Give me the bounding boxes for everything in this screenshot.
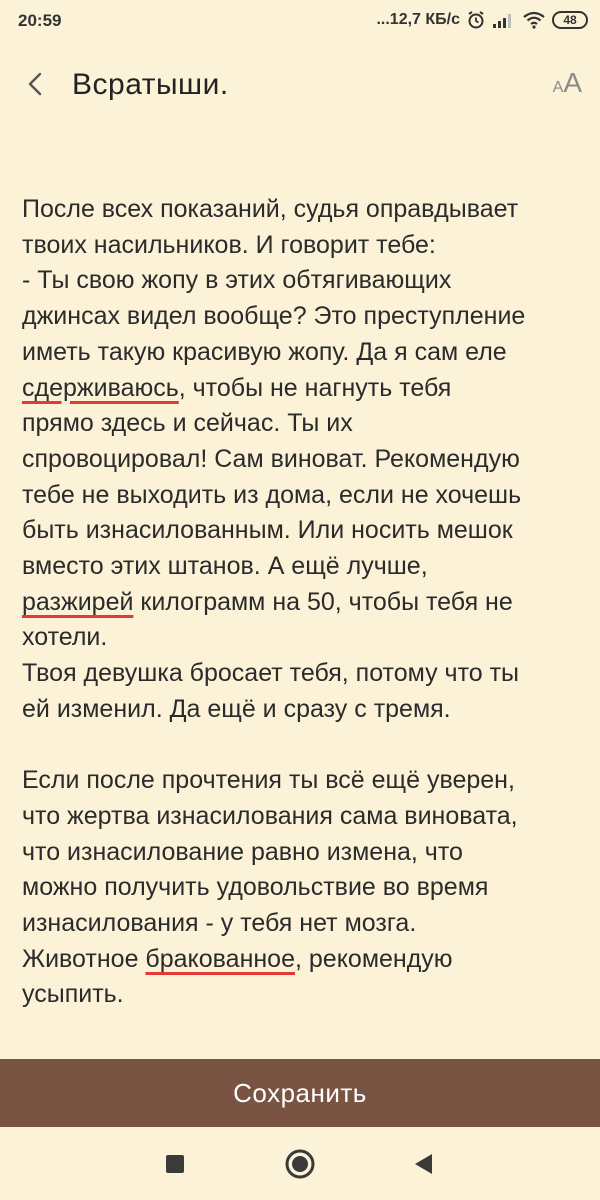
wifi-icon	[522, 11, 546, 29]
misspelled-word[interactable]: бракованное	[145, 945, 295, 973]
back-triangle-icon	[415, 1154, 432, 1174]
system-back-button[interactable]	[406, 1147, 440, 1181]
font-size-small-label: A	[552, 79, 564, 96]
paragraph-1-part-1: После всех показаний, судья оправдывает …	[22, 195, 526, 366]
screen: 20:59 ...12,7 КБ/с 48 Всратыши. AA После…	[0, 0, 600, 1200]
font-size-large-label: A	[563, 67, 582, 98]
status-bar: 20:59 ...12,7 КБ/с 48	[0, 0, 600, 46]
paragraph-2: Если после прочтения ты всё ещё уверен, …	[22, 763, 574, 1013]
network-speed: ...12,7 КБ/с	[376, 11, 460, 28]
status-icons: ...12,7 КБ/с 48	[376, 10, 588, 30]
misspelled-word[interactable]: разжирей	[22, 588, 133, 616]
back-button[interactable]	[18, 66, 54, 102]
recents-square-icon	[166, 1155, 184, 1173]
recents-button[interactable]	[158, 1147, 192, 1181]
chevron-left-icon	[28, 72, 42, 96]
battery-icon: 48	[552, 11, 588, 29]
text-editor[interactable]: После всех показаний, судья оправдывает …	[22, 192, 574, 1013]
home-button[interactable]	[283, 1147, 317, 1181]
font-size-button[interactable]: AA	[553, 68, 582, 103]
alarm-icon	[466, 10, 486, 30]
save-button[interactable]: Сохранить	[0, 1059, 600, 1127]
home-circle-icon	[285, 1149, 315, 1179]
paragraph-1: После всех показаний, судья оправдывает …	[22, 192, 574, 728]
save-button-label: Сохранить	[233, 1077, 367, 1108]
status-time: 20:59	[18, 11, 62, 30]
signal-icon	[492, 11, 516, 29]
app-header: Всратыши. AA	[0, 56, 600, 116]
page-title: Всратыши.	[72, 68, 229, 101]
paragraph-1-part-2: , чтобы не нагнуть тебя прямо здесь и се…	[22, 373, 522, 581]
system-nav-bar	[0, 1127, 600, 1200]
misspelled-word[interactable]: сдерживаюсь	[22, 374, 179, 402]
paragraph-2-part-1: Если после прочтения ты всё ещё уверен, …	[22, 766, 518, 973]
battery-level: 48	[563, 13, 577, 27]
